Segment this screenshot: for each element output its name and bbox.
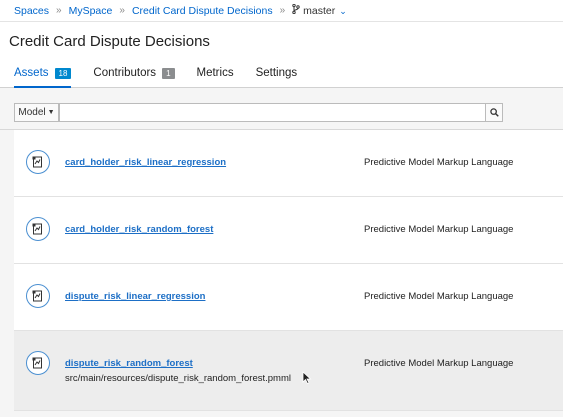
mouse-pointer-icon [302, 371, 312, 385]
tab-label: Settings [255, 67, 298, 79]
pmml-file-icon [26, 351, 50, 375]
tab-label: Contributors [93, 67, 157, 79]
pmml-file-icon [26, 284, 50, 308]
tab-settings[interactable]: Settings [256, 59, 298, 87]
asset-type: Predictive Model Markup Language [364, 358, 514, 369]
breadcrumb-myspace[interactable]: MySpace [69, 5, 113, 17]
page-title: Credit Card Dispute Decisions [9, 32, 210, 50]
asset-type: Predictive Model Markup Language [364, 224, 514, 235]
pmml-file-icon [26, 217, 50, 241]
search-input[interactable] [59, 103, 486, 122]
count-badge: 18 [54, 67, 72, 79]
branch-name: master [303, 4, 336, 17]
breadcrumb-spaces[interactable]: Spaces [14, 5, 49, 17]
breadcrumb-separator: » [279, 5, 286, 16]
filter-type-dropdown[interactable]: Model ▼ [14, 103, 59, 122]
asset-name-link[interactable]: card_holder_risk_linear_regression [65, 157, 226, 168]
asset-list: card_holder_risk_linear_regression Predi… [14, 130, 563, 411]
list-item[interactable]: card_holder_risk_random_forest Predictiv… [14, 197, 563, 264]
branch-icon [292, 3, 300, 17]
breadcrumb: Spaces » MySpace » Credit Card Dispute D… [0, 0, 563, 22]
tab-metrics[interactable]: Metrics [197, 59, 234, 87]
asset-type: Predictive Model Markup Language [364, 291, 514, 302]
breadcrumb-separator: » [119, 5, 125, 16]
tab-assets[interactable]: Assets 18 [14, 59, 72, 88]
asset-type: Predictive Model Markup Language [364, 157, 514, 168]
tab-contributors[interactable]: Contributors 1 [93, 59, 175, 87]
pmml-file-icon [26, 150, 50, 174]
chevron-down-icon: ⌄ [339, 5, 347, 16]
branch-selector[interactable]: master ⌄ [303, 5, 347, 17]
list-item[interactable]: card_holder_risk_linear_regression Predi… [14, 130, 563, 197]
asset-name-link[interactable]: dispute_risk_random_forest [65, 358, 193, 369]
breadcrumb-separator: » [56, 5, 62, 16]
asset-path: src/main/resources/dispute_risk_random_f… [65, 373, 291, 384]
breadcrumb-project[interactable]: Credit Card Dispute Decisions [132, 5, 273, 17]
count-badge: 1 [162, 67, 175, 79]
tab-bar: Assets 18 Contributors 1 Metrics Setting… [0, 60, 563, 88]
chevron-down-icon: ▼ [47, 109, 55, 116]
tab-label: Assets [14, 67, 49, 79]
asset-name-link[interactable]: dispute_risk_linear_regression [65, 291, 205, 302]
asset-filter-toolbar: Model ▼ [0, 88, 563, 130]
search-button[interactable] [485, 103, 503, 122]
tab-label: Metrics [196, 67, 234, 79]
filter-type-label: Model [18, 107, 46, 118]
search-icon [489, 108, 499, 117]
list-item[interactable]: dispute_risk_linear_regression Predictiv… [14, 264, 563, 331]
list-item[interactable]: dispute_risk_random_forest Predictive Mo… [14, 331, 563, 411]
asset-name-link[interactable]: card_holder_risk_random_forest [65, 224, 213, 235]
title-bar: Credit Card Dispute Decisions [0, 22, 563, 60]
